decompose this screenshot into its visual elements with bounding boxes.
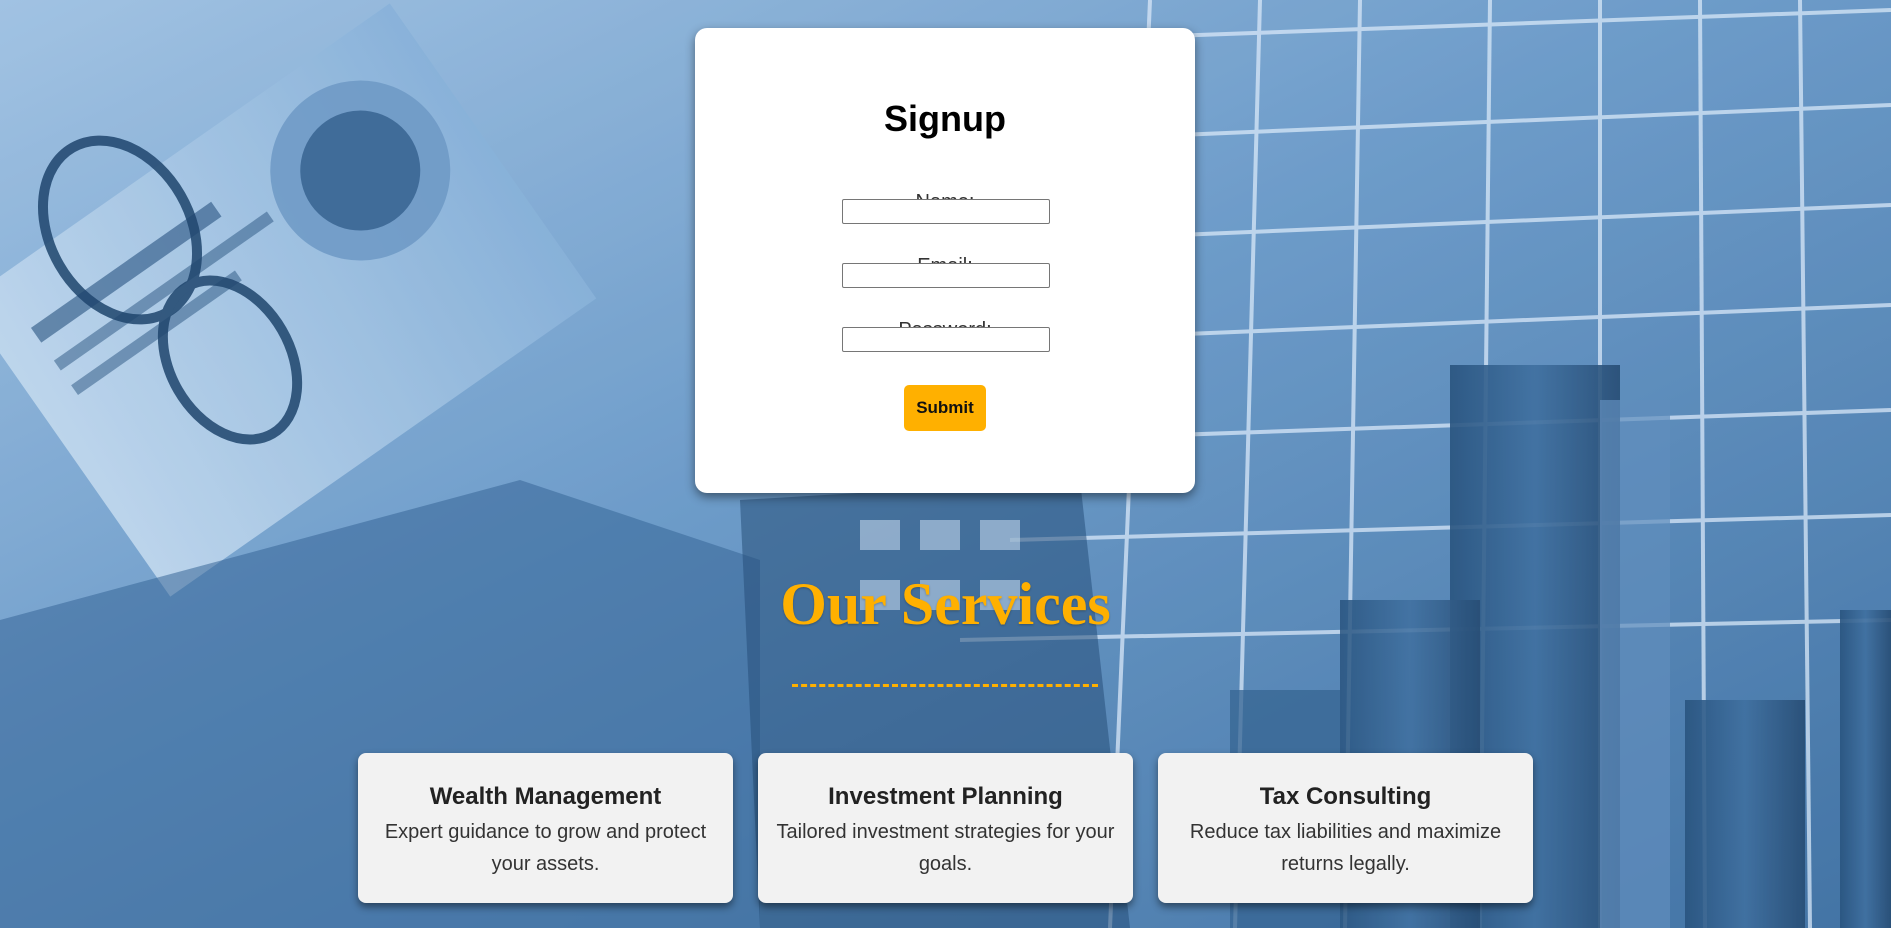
- service-card-investment-planning: Investment Planning Tailored investment …: [758, 753, 1133, 903]
- service-description: Tailored investment strategies for your …: [776, 821, 1115, 875]
- submit-button[interactable]: Submit: [904, 385, 986, 431]
- signup-card: Signup Name: Email: Password: Submit: [695, 28, 1195, 493]
- service-description: Reduce tax liabilities and maximize retu…: [1189, 821, 1502, 875]
- service-card-wealth-management: Wealth Management Expert guidance to gro…: [358, 753, 733, 903]
- password-input[interactable]: [842, 327, 1050, 352]
- name-input[interactable]: [842, 199, 1050, 224]
- services-divider: [792, 684, 1098, 687]
- signup-title: Signup: [884, 98, 1006, 139]
- service-name: Tax Consulting: [1259, 783, 1432, 810]
- service-name: Wealth Management: [429, 783, 662, 810]
- services-title: Our Services: [780, 571, 1111, 637]
- service-name: Investment Planning: [828, 783, 1063, 810]
- service-description: Expert guidance to grow and protect your…: [384, 821, 707, 875]
- service-card-tax-consulting: Tax Consulting Reduce tax liabilities an…: [1158, 753, 1533, 903]
- email-input[interactable]: [842, 263, 1050, 288]
